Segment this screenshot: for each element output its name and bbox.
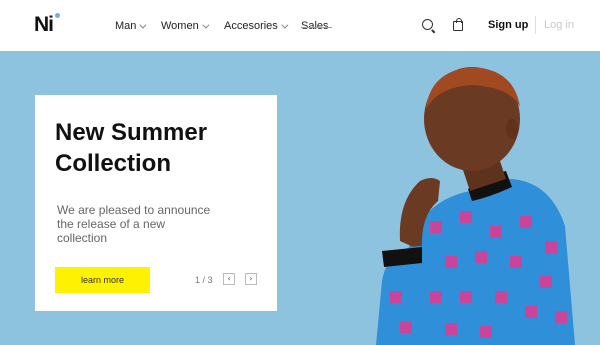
chevron-down-icon: [281, 21, 289, 29]
divider: [535, 16, 536, 34]
learn-more-button[interactable]: learn more: [55, 267, 150, 293]
nav-item-label: Sales: [301, 20, 329, 32]
prev-slide-button[interactable]: ‹: [223, 273, 235, 285]
promo-card: New Summer Collection We are pleased to …: [35, 95, 277, 311]
search-icon[interactable]: [422, 19, 433, 30]
sign-up-link[interactable]: Sign up: [488, 18, 528, 32]
chevron-down-icon: [202, 21, 210, 29]
chevron-down-icon: [139, 21, 147, 29]
promo-description: We are pleased to announce the release o…: [57, 203, 211, 245]
header: Ni Man Women Accesories Sales Sign up Lo…: [0, 0, 600, 51]
nav-item-label: Women: [161, 20, 199, 32]
shopping-bag-icon[interactable]: [453, 18, 463, 31]
nav-item-accesories[interactable]: Accesories: [224, 19, 289, 33]
slide-pager: 1 / 3: [195, 275, 213, 285]
next-slide-button[interactable]: ›: [245, 273, 257, 285]
nav-item-label: Man: [115, 20, 137, 32]
log-in-link[interactable]: Log in: [544, 18, 574, 32]
nav-item-label: Accesories: [224, 20, 278, 32]
logo[interactable]: Ni: [34, 13, 54, 37]
nav-item-women[interactable]: Women: [161, 19, 210, 33]
promo-title: New Summer Collection: [55, 119, 208, 177]
chevron-left-icon: ‹: [227, 274, 231, 283]
hero-banner: New Summer Collection We are pleased to …: [0, 51, 600, 345]
active-underline: [301, 27, 332, 28]
logo-dot: [55, 13, 60, 18]
chevron-right-icon: ›: [249, 274, 253, 283]
nav-item-man[interactable]: Man: [115, 19, 147, 33]
model-photo: [376, 67, 575, 345]
nav-item-sales[interactable]: Sales: [301, 19, 332, 33]
